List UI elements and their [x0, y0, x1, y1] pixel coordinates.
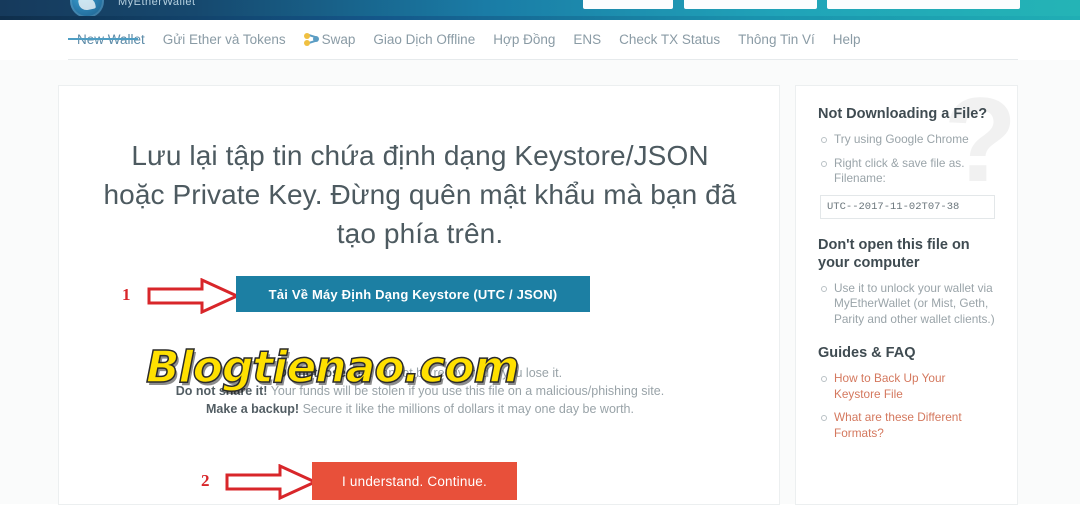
- nav-item-new-wallet[interactable]: New Wallet: [68, 30, 154, 50]
- nav-item-view-wallet-info[interactable]: Thông Tin Ví: [729, 30, 824, 50]
- step-2-arrow-annotation: [225, 464, 317, 500]
- download-keystore-label: Tải Về Máy Định Dạng Keystore (UTC / JSO…: [268, 286, 558, 302]
- nav-label: Thông Tin Ví: [738, 32, 815, 47]
- sidebar-list-dont-open: Use it to unlock your wallet via MyEther…: [820, 281, 995, 328]
- sidebar-heading-guides-faq: Guides & FAQ: [818, 345, 916, 361]
- download-keystore-button[interactable]: Tải Về Máy Định Dạng Keystore (UTC / JSO…: [236, 276, 590, 312]
- faq-link-different-formats[interactable]: What are these Different Formats?: [820, 410, 995, 441]
- page-body: Lưu lại tập tin chứa định dạng Keystore/…: [0, 60, 1080, 505]
- list-item: Right click & save file as. Filename:: [820, 156, 995, 187]
- nav-item-send-ether[interactable]: Gửi Ether và Tokens: [154, 30, 295, 50]
- nav-label: Help: [832, 32, 861, 47]
- page-title: Lưu lại tập tin chứa định dạng Keystore/…: [103, 140, 737, 249]
- nav-item-swap[interactable]: Swap: [295, 30, 365, 50]
- nav-label: Check TX Status: [619, 32, 721, 47]
- help-sidebar-card: ? Not Downloading a File? Try using Goog…: [795, 85, 1018, 505]
- nav-item-check-tx-status[interactable]: Check TX Status: [610, 30, 729, 50]
- step-1-number: 1: [122, 285, 131, 304]
- nav-item-offline-transaction[interactable]: Giao Dịch Offline: [364, 30, 484, 50]
- warning-line-3-bold: Make a backup!: [206, 402, 300, 416]
- header-select-network[interactable]: [583, 0, 673, 9]
- nav-item-contracts[interactable]: Hợp Đồng: [484, 30, 564, 50]
- step-2-number: 2: [201, 471, 210, 490]
- app-header-bar: MyEtherWallet: [0, 0, 1080, 18]
- active-tab-indicator: [68, 38, 138, 40]
- warning-line-3: Make a backup! Secure it like the millio…: [99, 400, 741, 418]
- warning-line-1-rest: It cannot be recovered if you lose it.: [361, 366, 563, 380]
- nav-label: Swap: [321, 32, 356, 47]
- warning-line-1: Do not lose it! It cannot be recovered i…: [99, 364, 741, 382]
- main-navigation: New Wallet Gửi Ether và Tokens Swap Giao…: [0, 20, 1080, 60]
- warning-line-2-rest: Your funds will be stolen if you use thi…: [267, 384, 665, 398]
- nav-label: ENS: [573, 32, 602, 47]
- header-select-language[interactable]: [684, 0, 817, 9]
- header-select-node[interactable]: [827, 0, 1020, 9]
- warning-line-3-rest: Secure it like the millions of dollars i…: [299, 402, 634, 416]
- nav-label: Gửi Ether và Tokens: [162, 32, 286, 47]
- nav-item-ens[interactable]: ENS: [564, 30, 610, 50]
- sidebar-list-guides-faq: How to Back Up Your Keystore File What a…: [820, 371, 995, 441]
- keystore-save-card: Lưu lại tập tin chứa định dạng Keystore/…: [58, 85, 780, 505]
- warning-text-block: Do not lose it! It cannot be recovered i…: [99, 364, 741, 418]
- warning-line-2: Do not share it! Your funds will be stol…: [99, 382, 741, 400]
- i-understand-continue-button[interactable]: I understand. Continue.: [312, 462, 517, 500]
- list-item: Use it to unlock your wallet via MyEther…: [820, 281, 995, 328]
- sidebar-heading-not-downloading: Not Downloading a File?: [818, 106, 988, 122]
- sidebar-heading-dont-open: Don't open this file on your computer: [818, 236, 970, 271]
- keystore-filename-value: UTC--2017-11-02T07-38: [820, 194, 995, 219]
- download-row: 1 Tải Về Máy Định Dạng Keystore (UTC / J…: [59, 276, 781, 318]
- step-1-arrow-annotation: [147, 278, 239, 314]
- swap-icon: [303, 33, 319, 46]
- continue-label: I understand. Continue.: [342, 473, 487, 489]
- continue-row: 2 I understand. Continue.: [59, 462, 781, 500]
- warning-line-2-bold: Do not share it!: [175, 384, 268, 398]
- nav-item-help[interactable]: Help: [824, 30, 870, 50]
- faq-link-backup-keystore[interactable]: How to Back Up Your Keystore File: [820, 371, 995, 402]
- warning-line-1-bold: Do not lose it!: [277, 366, 362, 380]
- brand-name: MyEtherWallet: [118, 0, 196, 8]
- nav-label: Hợp Đồng: [493, 32, 556, 47]
- sidebar-list-not-downloading: Try using Google Chrome Right click & sa…: [820, 132, 995, 187]
- list-item: Try using Google Chrome: [820, 132, 995, 148]
- nav-label: Giao Dịch Offline: [373, 32, 476, 47]
